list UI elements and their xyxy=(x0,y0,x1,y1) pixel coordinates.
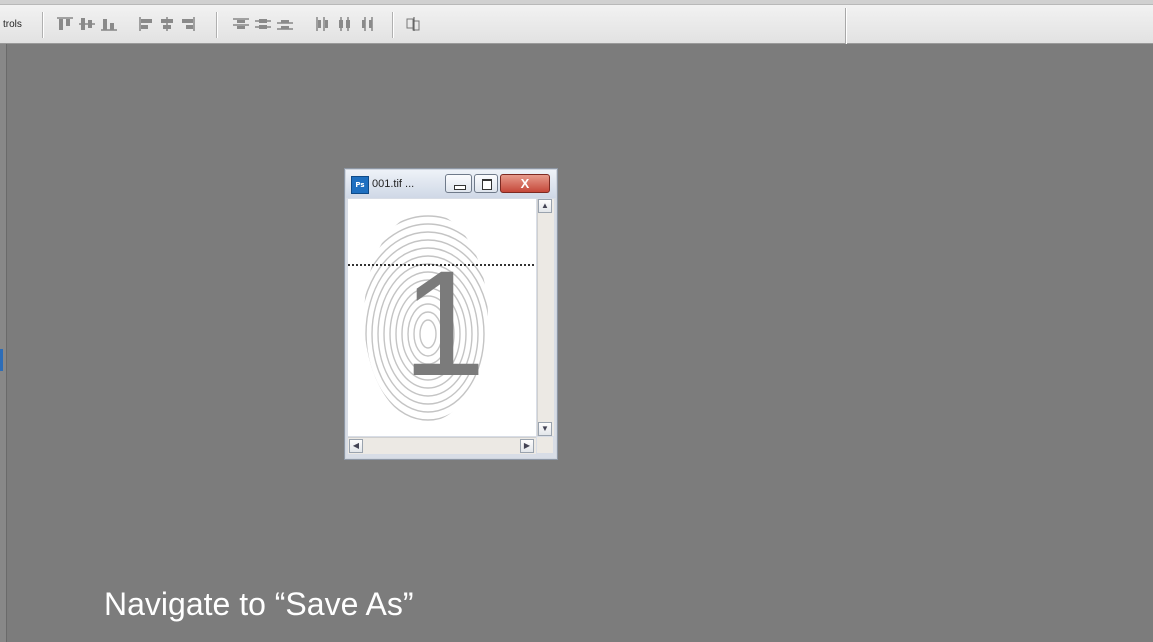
options-bar: trols xyxy=(0,0,1153,44)
scroll-up-button[interactable]: ▲ xyxy=(538,199,552,213)
align-horizontal-centers-icon[interactable] xyxy=(158,16,176,32)
align-vertical-centers-icon[interactable] xyxy=(78,16,96,32)
scroll-right-button[interactable]: ▶ xyxy=(520,439,534,453)
image-digit: 1 xyxy=(402,239,485,407)
distribute-top-icon[interactable] xyxy=(232,16,250,32)
horizontal-scrollbar[interactable]: ◀ ▶ xyxy=(348,437,536,454)
distribute-right-icon[interactable] xyxy=(358,16,376,32)
minimize-button[interactable] xyxy=(445,174,472,193)
align-top-edges-icon[interactable] xyxy=(56,16,74,32)
minimize-icon xyxy=(454,185,466,190)
align-right-edges-icon[interactable] xyxy=(178,16,196,32)
scroll-down-button[interactable]: ▼ xyxy=(538,422,552,436)
align-bottom-edges-icon[interactable] xyxy=(100,16,118,32)
align-left-edges-icon[interactable] xyxy=(138,16,156,32)
options-bar-label: trols xyxy=(3,19,22,30)
scroll-left-button[interactable]: ◀ xyxy=(349,439,363,453)
close-icon: X xyxy=(520,176,530,191)
image-canvas[interactable]: 1 xyxy=(348,199,536,436)
distribute-bottom-icon[interactable] xyxy=(276,16,294,32)
distribute-vertical-centers-icon[interactable] xyxy=(254,16,272,32)
vertical-scrollbar[interactable]: ▲ ▼ xyxy=(537,199,554,436)
maximize-button[interactable] xyxy=(474,174,498,193)
options-bar-right-divider xyxy=(845,8,847,44)
toolbar-separator xyxy=(216,12,218,38)
document-title: 001.tif ... xyxy=(372,178,415,190)
document-window[interactable]: Ps 001.tif ... X 1 ▲ ▼ ◀ ▶ xyxy=(344,168,558,460)
resize-grip[interactable] xyxy=(537,437,553,453)
fingerprint-image: 1 xyxy=(348,215,536,422)
toolbar-separator xyxy=(392,12,394,38)
instruction-caption: Navigate to “Save As” xyxy=(104,586,414,622)
close-button[interactable]: X xyxy=(500,174,550,193)
tools-panel-edge xyxy=(0,44,7,642)
maximize-icon xyxy=(482,179,492,190)
auto-align-layers-icon[interactable] xyxy=(405,16,423,32)
distribute-horizontal-centers-icon[interactable] xyxy=(336,16,354,32)
toolbar-separator xyxy=(42,12,44,38)
document-title-bar[interactable]: Ps 001.tif ... X xyxy=(346,170,556,198)
distribute-left-icon[interactable] xyxy=(314,16,332,32)
photoshop-app-icon: Ps xyxy=(351,176,369,194)
panel-edge-highlight xyxy=(0,349,3,371)
options-bar-top-edge xyxy=(0,0,1153,5)
